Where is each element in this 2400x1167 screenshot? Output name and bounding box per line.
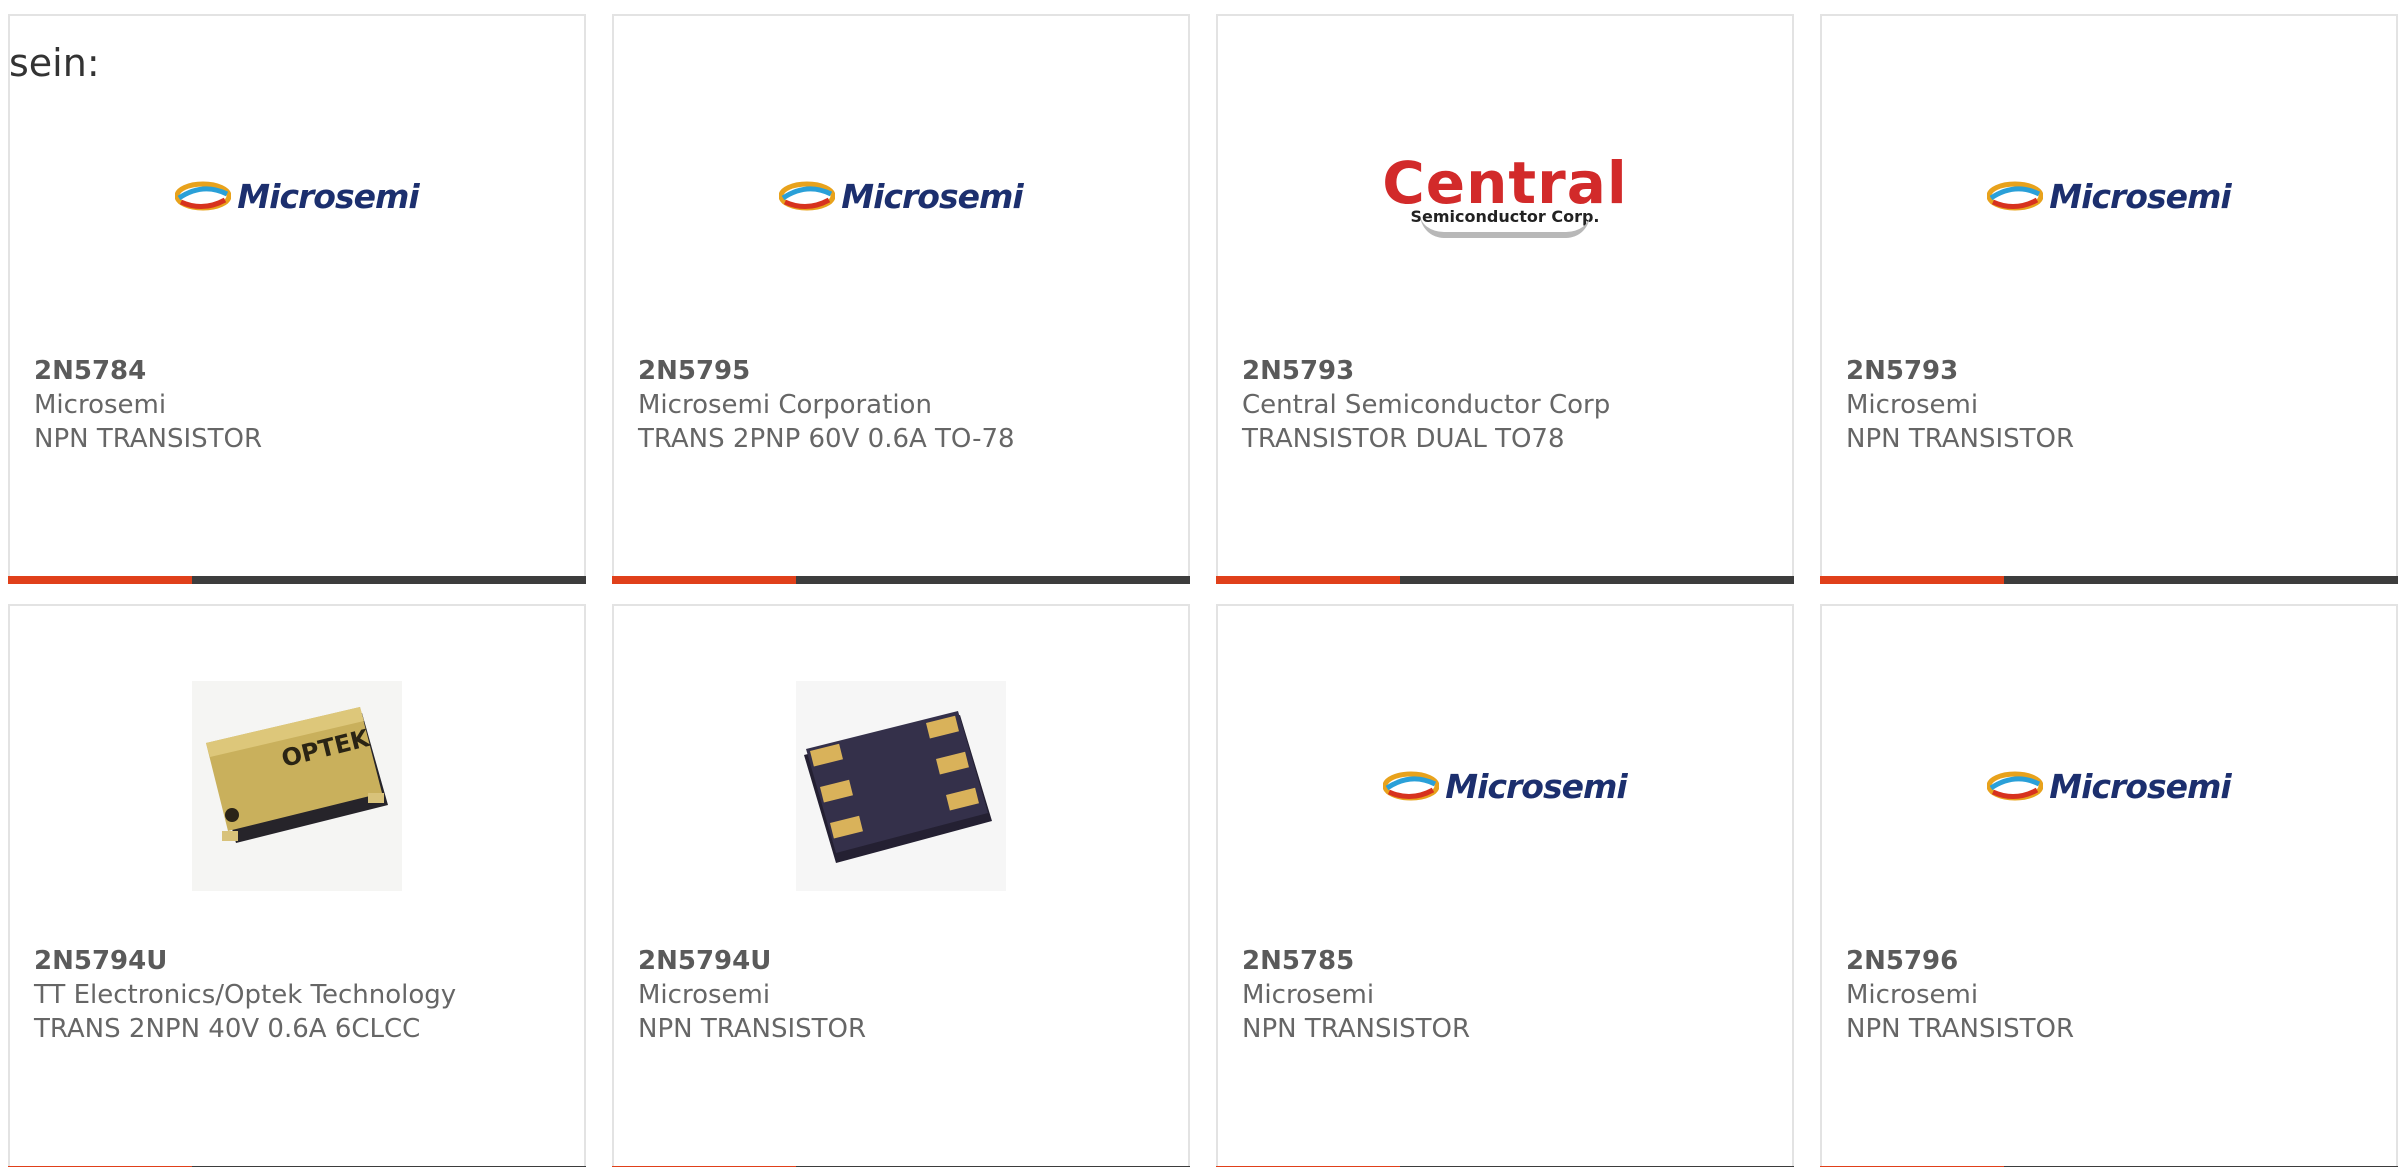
product-image: Microsemi <box>614 76 1188 316</box>
product-info: 2N5794U Microsemi NPN TRANSISTOR <box>638 944 866 1046</box>
manufacturer: Microsemi <box>1846 390 1979 420</box>
part-number: 2N5795 <box>638 356 751 386</box>
manufacturer: Microsemi <box>638 980 771 1010</box>
description: TRANSISTOR DUAL TO78 <box>1242 424 1565 454</box>
product-card[interactable]: Microsemi 2N5785 Microsemi NPN TRANSISTO… <box>1216 604 1794 1167</box>
product-card[interactable]: Microsemi 2N5796 Microsemi NPN TRANSISTO… <box>1820 604 2398 1167</box>
intro-text: sein: <box>9 41 100 85</box>
microsemi-logo: Microsemi <box>1987 767 2232 806</box>
part-number: 2N5785 <box>1242 946 1355 976</box>
description: TRANS 2NPN 40V 0.6A 6CLCC <box>34 1014 421 1044</box>
description: NPN TRANSISTOR <box>1846 1014 2075 1044</box>
product-info: 2N5795 Microsemi Corporation TRANS 2PNP … <box>638 354 1015 456</box>
product-info: 2N5794U TT Electronics/Optek Technology … <box>34 944 456 1046</box>
product-info: 2N5793 Microsemi NPN TRANSISTOR <box>1846 354 2074 456</box>
product-image: Microsemi <box>1822 76 2396 316</box>
product-card[interactable]: Central Semiconductor Corp. 2N5793 Centr… <box>1216 14 1794 584</box>
card-accent-bar <box>1216 576 1794 584</box>
product-info: 2N5793 Central Semiconductor Corp TRANSI… <box>1242 354 1610 456</box>
microsemi-swirl-icon <box>1987 181 2044 211</box>
manufacturer: Microsemi <box>1846 980 1979 1010</box>
manufacturer: TT Electronics/Optek Technology <box>34 980 457 1010</box>
card-accent-bar <box>8 576 586 584</box>
product-image: Microsemi <box>1218 666 1792 906</box>
part-number: 2N5794U <box>638 946 772 976</box>
product-info: 2N5785 Microsemi NPN TRANSISTOR <box>1242 944 1470 1046</box>
page: sein: Microsemi 2N5784 Microsemi NPN TRA… <box>0 0 2400 1167</box>
card-accent-bar <box>1820 576 2398 584</box>
manufacturer: Microsemi <box>34 390 167 420</box>
microsemi-logo: Microsemi <box>779 177 1024 216</box>
central-semiconductor-logo: Central Semiconductor Corp. <box>1382 154 1628 238</box>
product-card[interactable]: Microsemi 2N5784 Microsemi NPN TRANSISTO… <box>8 14 586 584</box>
smd-package-photo <box>796 681 1006 891</box>
product-card[interactable]: Microsemi 2N5795 Microsemi Corporation T… <box>612 14 1190 584</box>
manufacturer: Central Semiconductor Corp <box>1242 390 1611 420</box>
product-grid: Microsemi 2N5784 Microsemi NPN TRANSISTO… <box>8 14 2398 1167</box>
microsemi-logo: Microsemi <box>1987 177 2232 216</box>
microsemi-swirl-icon <box>1383 771 1440 801</box>
product-card[interactable]: OPTEK 2N5794U TT Electronics/Optek Techn… <box>8 604 586 1167</box>
microsemi-logo: Microsemi <box>175 177 420 216</box>
part-number: 2N5793 <box>1846 356 1959 386</box>
description: NPN TRANSISTOR <box>1242 1014 1471 1044</box>
part-number: 2N5784 <box>34 356 147 386</box>
description: TRANS 2PNP 60V 0.6A TO-78 <box>638 424 1015 454</box>
product-card[interactable]: Microsemi 2N5793 Microsemi NPN TRANSISTO… <box>1820 14 2398 584</box>
microsemi-swirl-icon <box>1987 771 2044 801</box>
product-image: Microsemi <box>10 76 584 316</box>
product-image <box>614 666 1188 906</box>
description: NPN TRANSISTOR <box>1846 424 2075 454</box>
product-info: 2N5784 Microsemi NPN TRANSISTOR <box>34 354 262 456</box>
product-image: Central Semiconductor Corp. <box>1218 76 1792 316</box>
product-card[interactable]: 2N5794U Microsemi NPN TRANSISTOR <box>612 604 1190 1167</box>
part-number: 2N5796 <box>1846 946 1959 976</box>
optek-package-photo: OPTEK <box>192 681 402 891</box>
product-info: 2N5796 Microsemi NPN TRANSISTOR <box>1846 944 2074 1046</box>
microsemi-swirl-icon <box>175 181 232 211</box>
description: NPN TRANSISTOR <box>34 424 263 454</box>
manufacturer: Microsemi <box>1242 980 1375 1010</box>
part-number: 2N5794U <box>34 946 168 976</box>
microsemi-logo: Microsemi <box>1383 767 1628 806</box>
product-image: OPTEK <box>10 666 584 906</box>
product-image: Microsemi <box>1822 666 2396 906</box>
card-accent-bar <box>612 576 1190 584</box>
microsemi-swirl-icon <box>779 181 836 211</box>
part-number: 2N5793 <box>1242 356 1355 386</box>
manufacturer: Microsemi Corporation <box>638 390 932 420</box>
description: NPN TRANSISTOR <box>638 1014 867 1044</box>
